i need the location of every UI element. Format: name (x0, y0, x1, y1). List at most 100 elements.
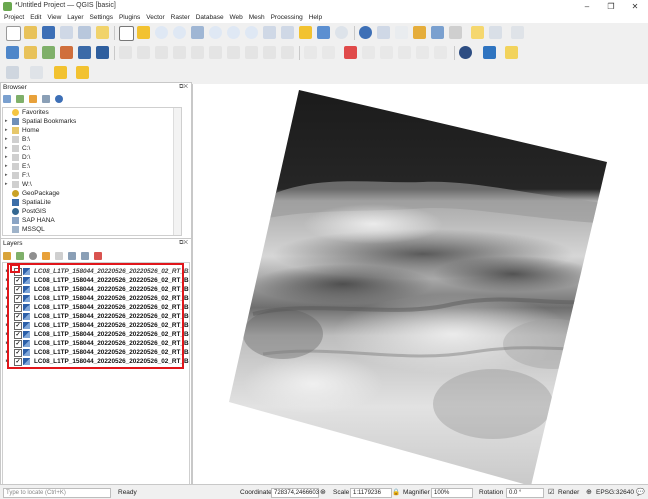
expand-arrow-icon[interactable]: ▸ (5, 135, 8, 144)
zoom-to-selection-icon[interactable] (209, 26, 222, 39)
magnifier-spinbox[interactable]: 100% (431, 488, 473, 498)
menu-mesh[interactable]: Mesh (249, 13, 265, 23)
crs-globe-icon[interactable]: ⊕ (586, 489, 592, 497)
layers-tree[interactable]: ▸ LC08_L1TP_158044_20220526_20220526_02_… (2, 262, 190, 486)
delete-selected-icon[interactable] (191, 46, 204, 59)
menu-settings[interactable]: Settings (90, 13, 114, 23)
browser-item-drive-w[interactable]: ▸ W:\ (3, 180, 179, 189)
expand-arrow-icon[interactable]: ▸ (6, 267, 9, 276)
browser-item-spatial-bookmarks[interactable]: ▸ Spatial Bookmarks (3, 117, 179, 126)
redo-icon[interactable] (281, 46, 294, 59)
measure-icon[interactable] (449, 26, 462, 39)
layer-visibility-checkbox[interactable]: ✓ (14, 340, 22, 348)
expand-arrow-icon[interactable]: ▸ (6, 285, 9, 294)
browser-tree[interactable]: Favorites ▸ Spatial Bookmarks ▸ Home ▸ B… (2, 107, 182, 236)
digitize-icon[interactable] (155, 46, 168, 59)
layout-manager-icon[interactable] (78, 26, 91, 39)
vertex-tool-icon[interactable] (173, 46, 186, 59)
browser-item-sap-hana[interactable]: SAP HANA (3, 216, 179, 225)
browser-item-home[interactable]: ▸ Home (3, 126, 179, 135)
style-manager-icon[interactable] (96, 26, 109, 39)
browser-item-favorites[interactable]: Favorites (3, 108, 179, 117)
annotation-icon[interactable] (489, 26, 502, 39)
menu-database[interactable]: Database (196, 13, 224, 23)
menu-edit[interactable]: Edit (30, 13, 41, 23)
attribute-table-icon[interactable] (377, 26, 390, 39)
panel-float-close-icon[interactable]: ⧉✕ (179, 84, 188, 91)
browser-item-drive-c[interactable]: ▸ C:\ (3, 144, 179, 153)
layer-row[interactable]: ▸ ✓ LC08_L1TP_158044_20220526_20220526_0… (3, 321, 189, 330)
layer-visibility-checkbox[interactable]: ✓ (14, 313, 22, 321)
browser-item-postgis[interactable]: PostGIS (3, 207, 179, 216)
expand-arrow-icon[interactable]: ▸ (5, 144, 8, 153)
new-map-view-icon[interactable] (299, 26, 312, 39)
cut-features-icon[interactable] (209, 46, 222, 59)
layer-row[interactable]: ▸ ✓ LC08_L1TP_158044_20220526_20220526_0… (3, 357, 189, 366)
layer-visibility-checkbox[interactable]: ✓ (14, 349, 22, 357)
menu-raster[interactable]: Raster (171, 13, 190, 23)
menu-project[interactable]: Project (4, 13, 24, 23)
toggle-extents-icon[interactable]: ⊛ (320, 489, 326, 497)
paste-features-icon[interactable] (245, 46, 258, 59)
render-checkbox-icon[interactable]: ☑ (548, 489, 554, 497)
map-tips-icon[interactable] (471, 26, 484, 39)
add-mesh-layer-icon[interactable] (60, 46, 73, 59)
browser-item-geopackage[interactable]: GeoPackage (3, 189, 179, 198)
layer-labeling-icon[interactable] (322, 46, 335, 59)
add-vector-layer-icon[interactable] (24, 46, 37, 59)
new-print-layout-icon[interactable] (60, 26, 73, 39)
layer-visibility-checkbox[interactable]: ✓ (14, 286, 22, 294)
browser-scrollbar[interactable] (173, 108, 181, 235)
pan-map-icon[interactable] (119, 26, 134, 41)
undo-icon[interactable] (263, 46, 276, 59)
layer-row[interactable]: ▸ ✓ LC08_L1TP_158044_20220526_20220526_0… (3, 330, 189, 339)
expand-arrow-icon[interactable]: ▸ (6, 357, 9, 366)
menu-view[interactable]: View (47, 13, 61, 23)
menu-web[interactable]: Web (230, 13, 243, 23)
current-edits-icon[interactable] (119, 46, 132, 59)
new-geopackage-icon[interactable] (78, 46, 91, 59)
zoom-out-icon[interactable] (173, 26, 186, 39)
layer-row[interactable]: ▸ ✓ LC08_L1TP_158044_20220526_20220526_0… (3, 339, 189, 348)
expand-arrow-icon[interactable]: ▸ (6, 276, 9, 285)
expand-arrow-icon[interactable]: ▸ (5, 117, 8, 126)
filter-expression-icon[interactable] (55, 252, 63, 260)
identify-icon[interactable] (359, 26, 372, 39)
layer-visibility-checkbox[interactable] (14, 268, 22, 276)
messages-icon[interactable]: 💬 (636, 489, 645, 497)
maximize-button[interactable]: ❐ (600, 0, 622, 13)
expand-arrow-icon[interactable]: ▸ (6, 303, 9, 312)
select-by-location-icon[interactable] (76, 66, 89, 79)
python-plugin-icon[interactable] (483, 46, 496, 59)
menu-processing[interactable]: Processing (271, 13, 303, 23)
layer-visibility-checkbox[interactable]: ✓ (14, 331, 22, 339)
collapse-all-icon[interactable] (42, 95, 50, 103)
open-project-icon[interactable] (24, 26, 37, 39)
add-raster-layer-icon[interactable] (42, 46, 55, 59)
expand-arrow-icon[interactable]: ▸ (6, 330, 9, 339)
processing-toolbox-icon[interactable] (413, 26, 426, 39)
crs-button[interactable]: EPSG:32640 (596, 489, 634, 497)
new-project-icon[interactable] (6, 26, 21, 41)
layer-row[interactable]: ▸ ✓ LC08_L1TP_158044_20220526_20220526_0… (3, 312, 189, 321)
expand-arrow-icon[interactable]: ▸ (6, 339, 9, 348)
browser-item-mssql[interactable]: MSSQL (3, 225, 179, 234)
manage-themes-icon[interactable] (29, 252, 37, 260)
add-group-icon[interactable] (16, 252, 24, 260)
browser-item-spatialite[interactable]: SpatiaLite (3, 198, 179, 207)
browser-item-drive-d[interactable]: ▸ D:\ (3, 153, 179, 162)
temporal-controller-icon[interactable] (317, 26, 330, 39)
add-selected-layers-icon[interactable] (16, 95, 24, 103)
scale-combobox[interactable]: 1:1179236 (350, 488, 392, 498)
label-icon[interactable] (304, 46, 317, 59)
zoom-next-icon[interactable] (281, 26, 294, 39)
minimize-button[interactable]: – (576, 0, 598, 13)
refresh-icon[interactable] (335, 26, 348, 39)
zoom-in-icon[interactable] (155, 26, 168, 39)
layer-row[interactable]: ▸ ✓ LC08_L1TP_158044_20220526_20220526_0… (3, 294, 189, 303)
new-shapefile-icon[interactable] (96, 46, 109, 59)
collapse-all-layers-icon[interactable] (81, 252, 89, 260)
lock-scale-icon[interactable]: 🔒 (392, 489, 400, 497)
zoom-to-layer-icon[interactable] (227, 26, 240, 39)
zoom-full-icon[interactable] (191, 26, 204, 39)
